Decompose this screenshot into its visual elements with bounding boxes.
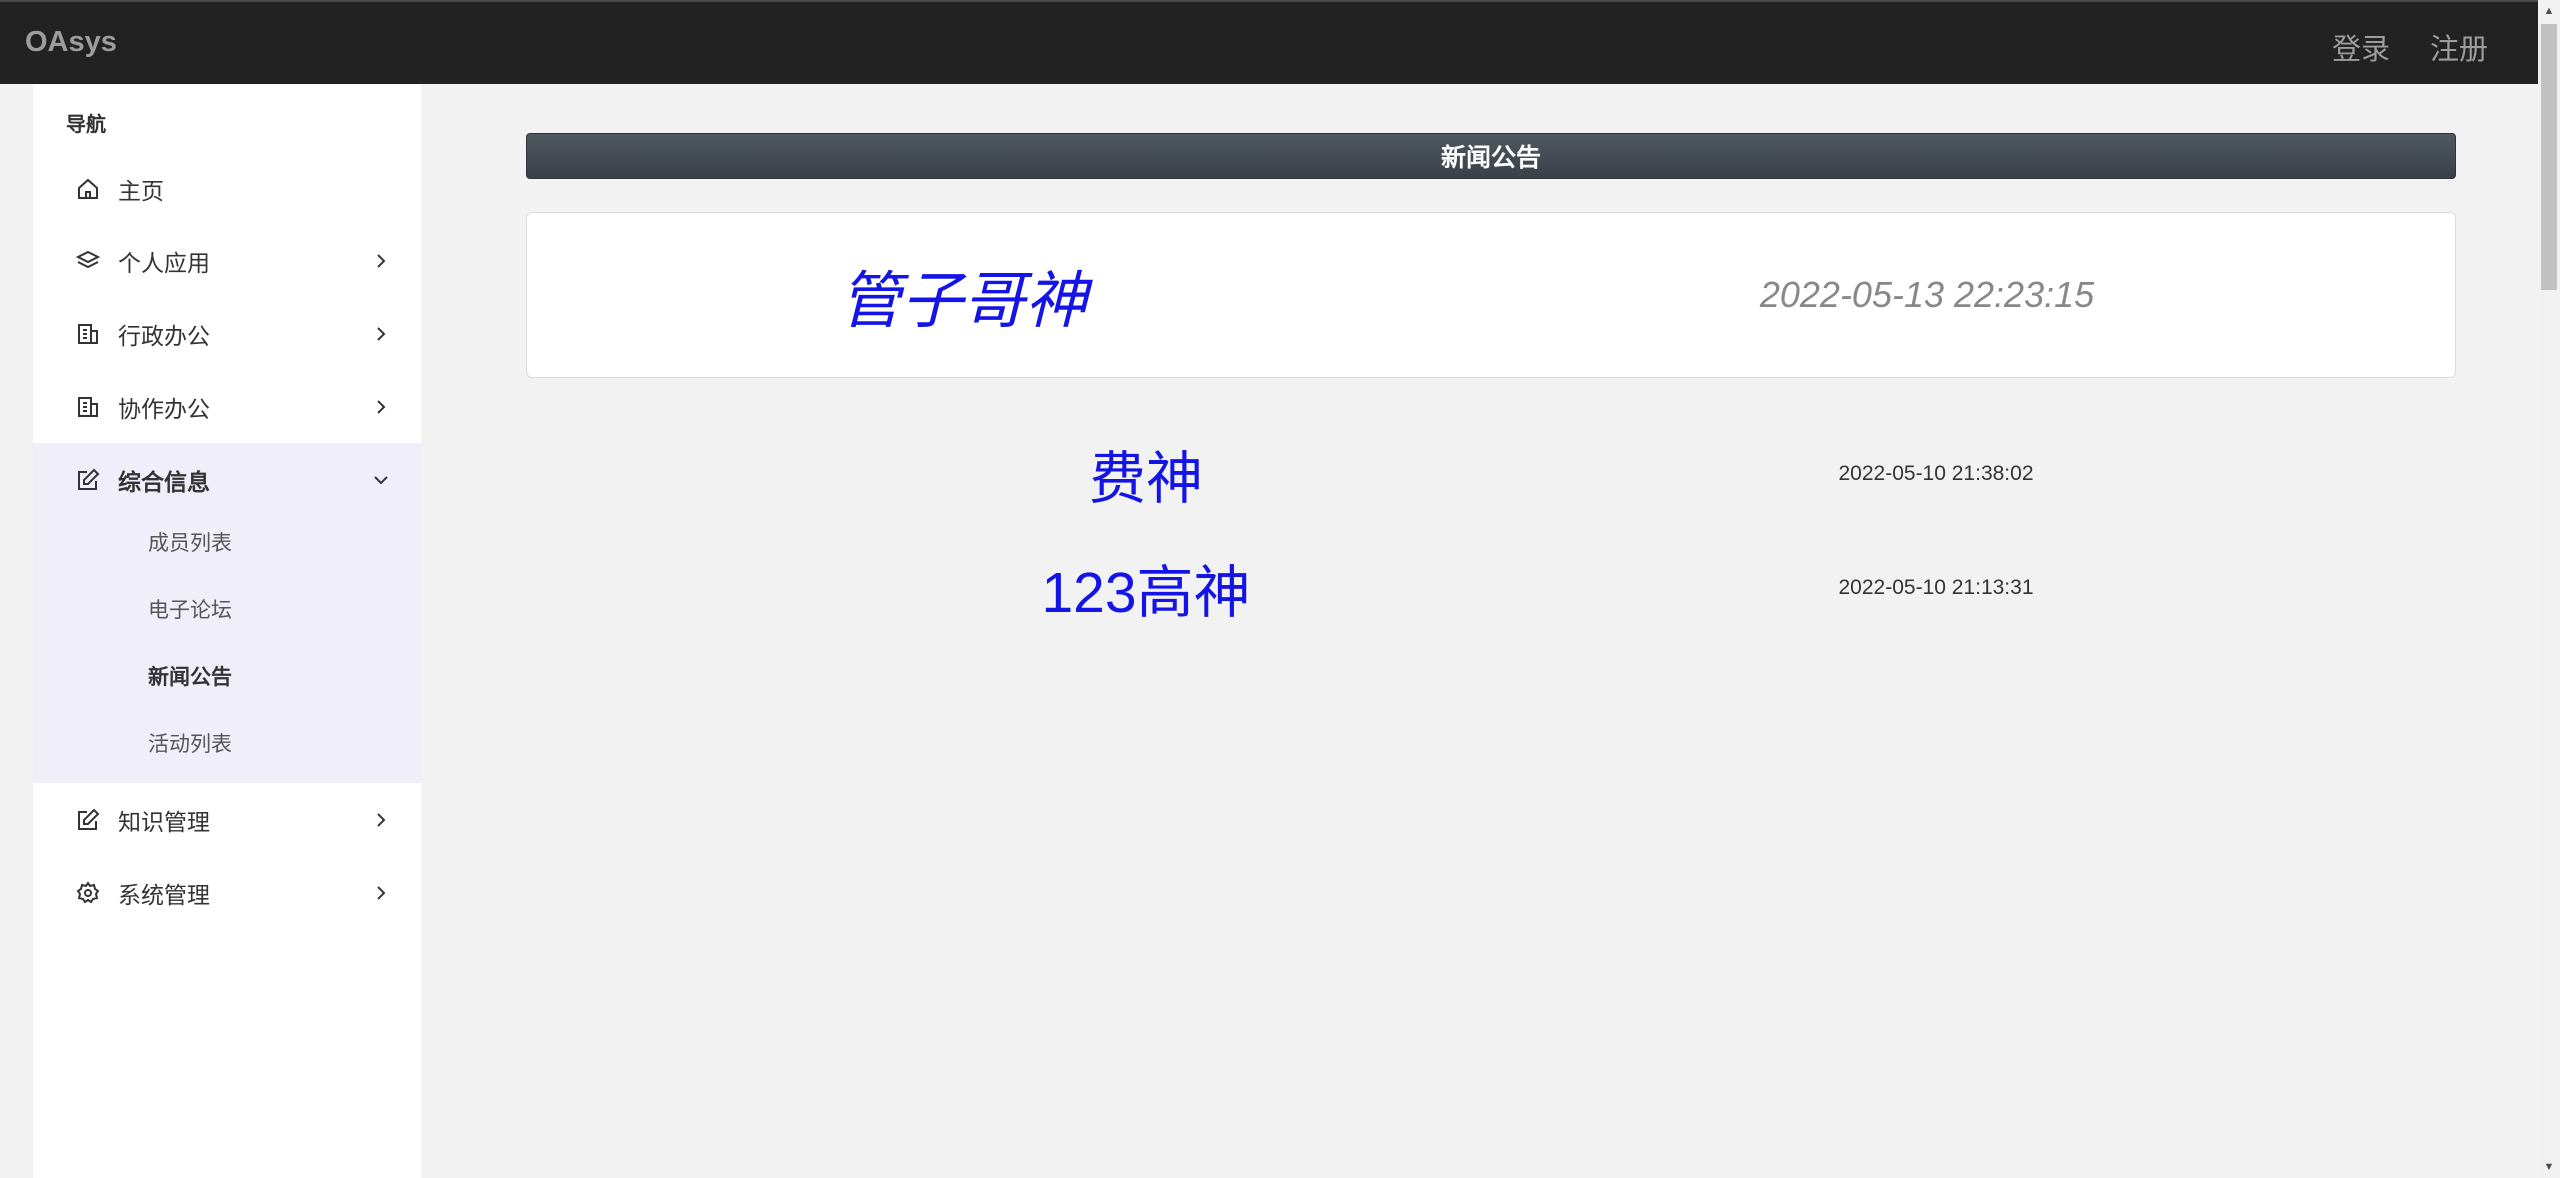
sidebar-item-personal-apps[interactable]: 个人应用 <box>33 224 421 297</box>
scroll-down-arrow-icon[interactable]: ▼ <box>2538 1156 2560 1178</box>
news-title-link[interactable]: 费神 <box>1089 433 1203 515</box>
news-panel-header: 新闻公告 <box>526 133 2456 179</box>
submenu-item-forum[interactable]: 电子论坛 <box>148 594 232 624</box>
register-link[interactable]: 注册 <box>2430 26 2488 68</box>
chevron-right-icon <box>377 326 386 341</box>
featured-news-title[interactable]: 管子哥神 <box>839 250 1087 340</box>
sidebar-item-knowledge[interactable]: 知识管理 <box>33 783 421 856</box>
login-link[interactable]: 登录 <box>2332 26 2390 68</box>
sidebar-item-label: 知识管理 <box>118 808 210 835</box>
building-icon <box>75 321 101 347</box>
submenu-item-activities[interactable]: 活动列表 <box>148 728 232 758</box>
submenu-item-members[interactable]: 成员列表 <box>148 527 232 557</box>
vertical-scrollbar[interactable]: ▲ ▼ <box>2538 0 2560 1178</box>
scroll-up-arrow-icon[interactable]: ▲ <box>2538 0 2560 22</box>
sidebar-item-system[interactable]: 系统管理 <box>33 856 421 929</box>
sidebar-item-general-info[interactable]: 综合信息 <box>33 443 421 516</box>
brand-logo[interactable]: OAsys <box>25 26 117 59</box>
sidebar-item-label: 行政办公 <box>118 322 210 349</box>
submenu-item-news[interactable]: 新闻公告 <box>148 661 232 691</box>
featured-news-card: 管子哥神 2022-05-13 22:23:15 <box>526 212 2456 378</box>
sidebar-item-label: 协作办公 <box>118 395 210 422</box>
news-title-link[interactable]: 123高神 <box>1041 547 1250 629</box>
sidebar-item-label: 系统管理 <box>118 881 210 908</box>
sidebar-item-label: 个人应用 <box>118 249 210 276</box>
gear-icon <box>75 880 101 906</box>
chevron-right-icon <box>377 399 386 414</box>
sidebar-item-home[interactable]: 主页 <box>33 152 421 225</box>
scrollbar-thumb[interactable] <box>2541 24 2557 290</box>
sidebar-title: 导航 <box>66 114 106 136</box>
sidebar-item-admin-office[interactable]: 行政办公 <box>33 297 421 370</box>
sidebar-item-label: 主页 <box>118 177 164 204</box>
news-list-item: 123高神 2022-05-10 21:13:31 <box>526 548 2456 628</box>
news-date: 2022-05-10 21:13:31 <box>1838 576 2034 599</box>
building-icon <box>75 394 101 420</box>
edit-icon <box>75 807 101 833</box>
sidebar-item-collab-office[interactable]: 协作办公 <box>33 370 421 443</box>
sidebar: 导航 主页 个人应用 行政办公 协作办公 综合信息 成员列表 电子论坛 新闻公告… <box>33 84 421 1178</box>
chevron-right-icon <box>377 885 386 900</box>
layers-icon <box>75 248 101 274</box>
chevron-right-icon <box>377 812 386 827</box>
top-navbar: OAsys 登录 注册 <box>0 0 2538 84</box>
edit-icon <box>75 467 101 493</box>
auth-links: 登录 注册 <box>2332 26 2488 68</box>
home-icon <box>75 176 101 202</box>
news-date: 2022-05-10 21:38:02 <box>1838 462 2034 485</box>
chevron-down-icon <box>374 475 388 484</box>
chevron-right-icon <box>377 253 386 268</box>
sidebar-item-label: 综合信息 <box>118 468 210 495</box>
featured-news-date: 2022-05-13 22:23:15 <box>1759 274 2095 315</box>
news-list-item: 费神 2022-05-10 21:38:02 <box>526 434 2456 514</box>
